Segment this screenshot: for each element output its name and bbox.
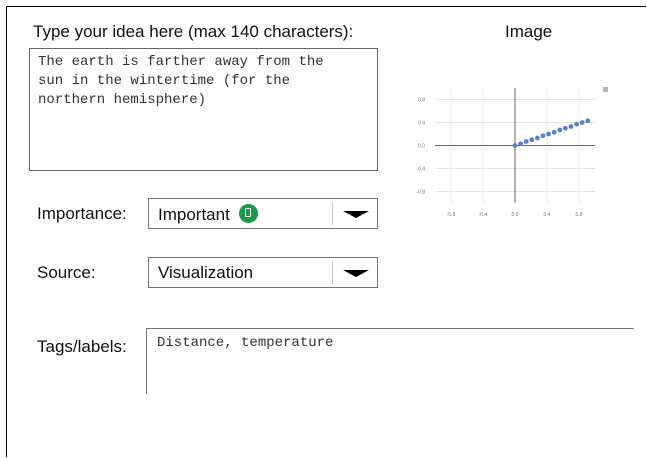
y-tick-label: 0.0 xyxy=(418,144,425,150)
y-tick-label: 0.4 xyxy=(418,121,425,127)
idea-image-chart: 0.8 0.4 0.0 -0.4 -0.8 -0.8 -0.4 0.0 0.4 0.8 xyxy=(416,87,608,219)
importance-value: Important xyxy=(158,205,230,224)
chevron-down-icon[interactable] xyxy=(343,211,369,218)
x-tick-label: 0.8 xyxy=(576,212,583,218)
data-point xyxy=(579,120,585,125)
source-value: Visualization xyxy=(158,263,254,282)
data-point xyxy=(535,135,540,141)
select-divider xyxy=(332,261,333,284)
data-point xyxy=(568,124,574,129)
data-point xyxy=(546,131,551,137)
data-point xyxy=(557,127,563,133)
select-divider xyxy=(332,202,333,225)
legend-marker xyxy=(603,87,608,92)
data-point xyxy=(540,133,546,139)
data-point xyxy=(512,143,518,148)
y-tick-label: 0.8 xyxy=(418,98,425,104)
clipboard-icon xyxy=(238,204,258,223)
y-tick-label: -0.4 xyxy=(416,167,425,173)
tags-label: Tags/labels: xyxy=(37,337,127,356)
y-tick-label: -0.8 xyxy=(416,190,425,196)
importance-select[interactable]: Important xyxy=(148,198,378,229)
chart-ticks: 0.8 0.4 0.0 -0.4 -0.8 -0.8 -0.4 0.0 0.4 0.8 xyxy=(416,98,582,219)
data-point xyxy=(523,139,529,144)
chevron-down-icon[interactable] xyxy=(343,270,369,277)
data-point xyxy=(585,118,591,124)
source-select[interactable]: Visualization xyxy=(148,257,378,288)
data-point xyxy=(518,141,523,147)
importance-label: Importance: xyxy=(37,204,127,223)
data-point xyxy=(563,125,568,131)
idea-textarea[interactable]: The earth is farther away from the sun i… xyxy=(29,48,378,171)
x-tick-label: 0.0 xyxy=(512,212,519,218)
idea-label: Type your idea here (max 140 characters)… xyxy=(33,22,354,41)
data-point xyxy=(574,121,579,127)
data-point xyxy=(529,137,535,143)
x-tick-label: -0.4 xyxy=(479,212,488,218)
tags-input[interactable]: Distance, temperature xyxy=(146,328,634,394)
x-tick-label: -0.8 xyxy=(447,212,456,218)
x-tick-label: 0.4 xyxy=(544,212,551,218)
image-label: Image xyxy=(505,22,553,41)
importance-value-wrap: Important xyxy=(158,204,258,225)
data-point xyxy=(551,129,557,135)
source-label: Source: xyxy=(37,263,96,282)
